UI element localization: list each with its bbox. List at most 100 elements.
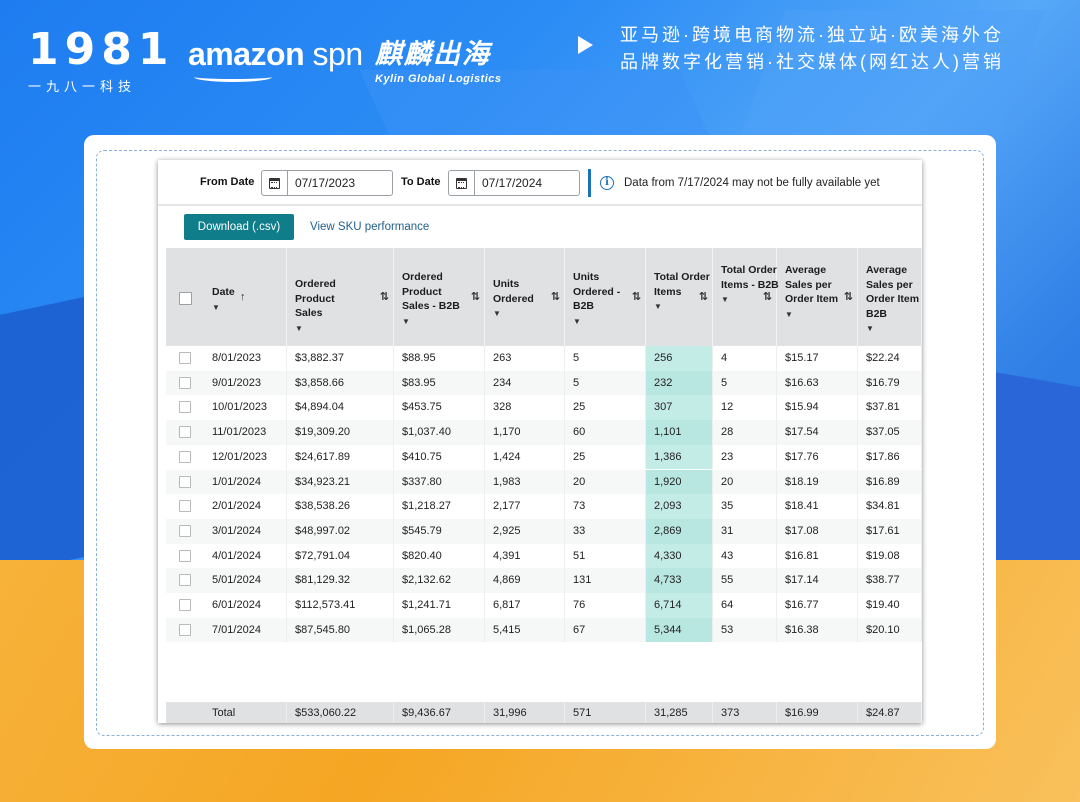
- cell-items: 1,920: [646, 469, 713, 495]
- column-header-items[interactable]: Total Order Items ▼ ⇅: [646, 248, 713, 346]
- column-header-avg_b2b[interactable]: Average Sales per Order Item - B2B ▼: [858, 248, 922, 346]
- row-checkbox[interactable]: [179, 450, 191, 463]
- chevron-down-icon[interactable]: ▼: [493, 307, 557, 322]
- sort-icon[interactable]: ⇅: [763, 290, 772, 305]
- column-header-sales_b2b[interactable]: Ordered Product Sales - B2B ▼ ⇅: [394, 248, 485, 346]
- cell-units: 1,424: [485, 444, 565, 470]
- row-checkbox[interactable]: [179, 352, 191, 364]
- cell-items_b2b: 4: [713, 346, 777, 371]
- cell-avg: $18.41: [777, 494, 858, 519]
- cell-items_b2b: 43: [713, 543, 777, 569]
- cell-sales_b2b: $337.80: [394, 469, 485, 495]
- logo-subtitle: 一九八一科技: [28, 79, 137, 94]
- row-checkbox[interactable]: [179, 401, 191, 414]
- from-date-value[interactable]: 07/17/2023: [288, 176, 355, 190]
- cell-date: 3/01/2024: [204, 518, 287, 544]
- cell-sales_b2b: $2,132.62: [394, 568, 485, 593]
- chevron-down-icon[interactable]: ▼: [721, 293, 785, 308]
- cell-sales: $72,791.04: [287, 543, 394, 569]
- column-header-label: Units Ordered - B2B: [573, 271, 621, 312]
- table-row: 7/01/2024 $87,545.80 $1,065.28 5,415 67 5,344…: [166, 617, 922, 643]
- column-header-date[interactable]: Date ▼ ↑: [204, 248, 287, 346]
- download-csv-button[interactable]: Download (.csv): [184, 214, 294, 240]
- total-sales: $533,060.22: [287, 702, 394, 723]
- sort-icon[interactable]: ⇅: [471, 290, 480, 305]
- row-checkbox[interactable]: [179, 426, 191, 439]
- chevron-down-icon[interactable]: ▼: [785, 308, 849, 323]
- cell-avg_b2b: $34.81: [858, 494, 922, 519]
- cell-avg_b2b: $17.86: [858, 444, 922, 470]
- cell-date: 11/01/2023: [204, 420, 287, 445]
- sort-icon[interactable]: ⇅: [551, 290, 560, 305]
- row-checkbox[interactable]: [179, 475, 191, 488]
- sort-ascending-icon[interactable]: ↑: [240, 290, 246, 305]
- select-all-checkbox[interactable]: [179, 292, 192, 305]
- cell-units_b2b: 33: [565, 518, 646, 544]
- from-date-field[interactable]: 07/17/2023: [261, 170, 393, 196]
- column-header-units[interactable]: Units Ordered ▼ ⇅: [485, 248, 565, 346]
- tagline-line-1: 亚马逊·跨境电商物流·独立站·欧美海外仓: [620, 25, 1004, 45]
- cell-items_b2b: 55: [713, 568, 777, 593]
- tagline: 亚马逊·跨境电商物流·独立站·欧美海外仓 品牌数字化营销·社交媒体(网红达人)营…: [620, 22, 1004, 76]
- view-sku-performance-link[interactable]: View SKU performance: [310, 221, 429, 233]
- cell-sales_b2b: $1,065.28: [394, 617, 485, 643]
- table-empty-area: [166, 642, 922, 702]
- cell-items_b2b: 20: [713, 469, 777, 495]
- to-date-value[interactable]: 07/17/2024: [475, 176, 542, 190]
- cell-date: 4/01/2024: [204, 543, 287, 569]
- amazon-word: amazon: [188, 36, 305, 72]
- cell-avg_b2b: $19.08: [858, 543, 922, 569]
- row-checkbox[interactable]: [179, 376, 191, 389]
- row-checkbox[interactable]: [179, 599, 191, 611]
- cell-avg_b2b: $37.81: [858, 395, 922, 421]
- chevron-down-icon[interactable]: ▼: [866, 322, 922, 337]
- to-date-field[interactable]: 07/17/2024: [448, 170, 580, 196]
- column-header-units_b2b[interactable]: Units Ordered - B2B ▼ ⇅: [565, 248, 646, 346]
- cell-avg: $15.17: [777, 346, 858, 371]
- table-row: 3/01/2024 $48,997.02 $545.79 2,925 33 2,869 31…: [166, 518, 922, 544]
- to-calendar-button[interactable]: [449, 171, 475, 195]
- table-header: Date ▼ ↑ Ordered Product Sales ▼ ⇅ Ordered Pro…: [166, 248, 922, 346]
- spn-word: spn: [304, 36, 364, 72]
- chevron-down-icon[interactable]: ▼: [573, 315, 637, 330]
- chevron-down-icon[interactable]: ▼: [402, 315, 466, 330]
- sort-icon[interactable]: ⇅: [380, 290, 389, 305]
- row-checkbox[interactable]: [179, 623, 191, 636]
- cell-units: 4,869: [485, 568, 565, 593]
- row-checkbox[interactable]: [179, 574, 191, 587]
- cell-items: 5,344: [646, 617, 713, 643]
- logo-digits: 1981: [28, 24, 175, 75]
- cell-avg: $16.77: [777, 593, 858, 618]
- cell-units_b2b: 76: [565, 593, 646, 618]
- row-checkbox[interactable]: [179, 524, 191, 537]
- divider: [158, 204, 922, 206]
- chevron-down-icon[interactable]: ▼: [295, 322, 359, 337]
- sort-icon[interactable]: ⇅: [632, 290, 641, 305]
- column-header-avg[interactable]: Average Sales per Order Item ▼ ⇅: [777, 248, 858, 346]
- cell-units_b2b: 60: [565, 420, 646, 445]
- cell-avg: $17.76: [777, 444, 858, 470]
- row-checkbox[interactable]: [179, 500, 191, 513]
- cell-units: 5,415: [485, 617, 565, 643]
- info-icon: i: [600, 176, 614, 190]
- tagline-line-2: 品牌数字化营销·社交媒体(网红达人)营销: [620, 52, 1004, 72]
- sort-icon[interactable]: ⇅: [699, 290, 708, 305]
- cell-units: 1,170: [485, 420, 565, 445]
- row-checkbox[interactable]: [179, 549, 191, 562]
- cell-date: 2/01/2024: [204, 494, 287, 519]
- from-date-label: From Date: [200, 176, 255, 188]
- table-row: 4/01/2024 $72,791.04 $820.40 4,391 51 4,330 43…: [166, 543, 922, 569]
- cell-units_b2b: 25: [565, 395, 646, 421]
- cell-sales: $34,923.21: [287, 469, 394, 495]
- cell-date: 1/01/2024: [204, 469, 287, 495]
- cell-avg_b2b: $20.10: [858, 617, 922, 643]
- cell-sales: $48,997.02: [287, 518, 394, 544]
- cell-units_b2b: 67: [565, 617, 646, 643]
- chevron-down-icon[interactable]: ▼: [654, 300, 718, 315]
- column-header-sales[interactable]: Ordered Product Sales ▼ ⇅: [287, 248, 394, 346]
- sort-icon[interactable]: ⇅: [844, 290, 853, 305]
- column-header-items_b2b[interactable]: Total Order Items - B2B ▼ ⇅: [713, 248, 779, 346]
- cell-items: 1,101: [646, 420, 713, 445]
- from-calendar-button[interactable]: [262, 171, 288, 195]
- report-panel: From Date 07/17/2023 To Date 07/17/2024 …: [158, 160, 922, 723]
